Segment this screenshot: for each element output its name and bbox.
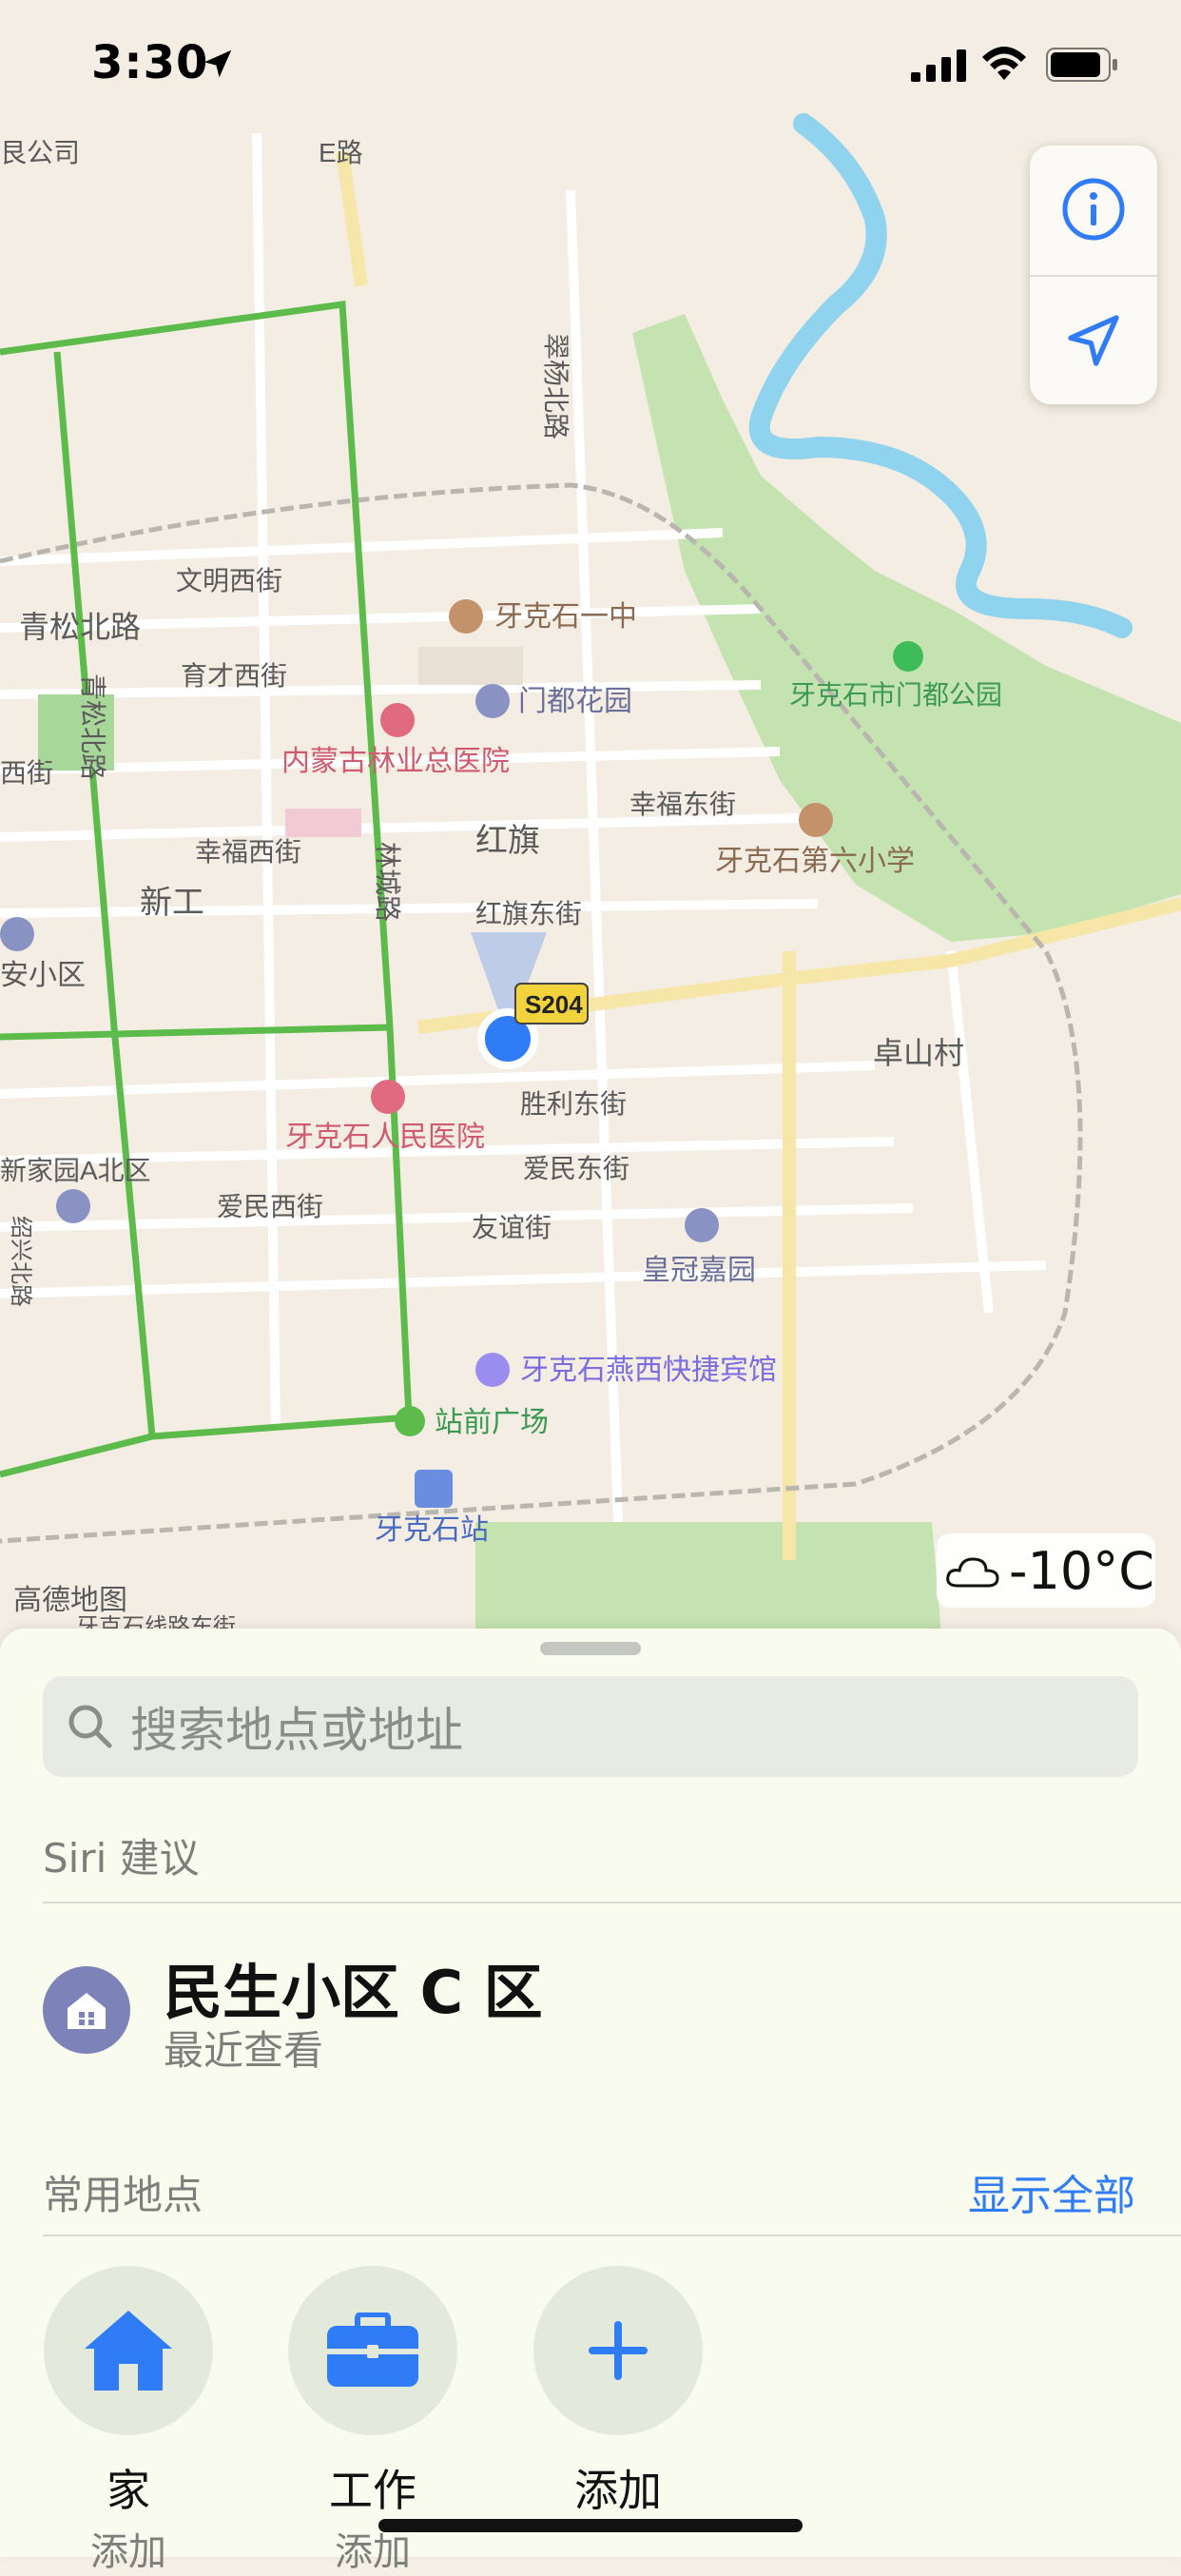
map-label: 文明西街 xyxy=(176,566,282,595)
map-label: 友谊街 xyxy=(472,1213,552,1242)
temperature: -10°C xyxy=(1009,1540,1154,1601)
siri-suggestions-label: Siri 建议 xyxy=(43,1835,200,1882)
wifi-icon xyxy=(982,47,1026,80)
favorites-label: 常用地点 xyxy=(43,2172,203,2218)
map-label: 安小区 xyxy=(0,960,86,991)
park-area-bottom xyxy=(475,1522,941,1636)
house-icon xyxy=(85,2311,172,2391)
map-label: 育才西街 xyxy=(181,661,287,691)
map-label: 门都花园 xyxy=(518,686,632,717)
battery-icon xyxy=(1046,48,1117,82)
briefcase-icon xyxy=(327,2313,418,2387)
divider xyxy=(43,2234,1181,2236)
bottom-sheet[interactable]: 搜索地点或地址 Siri 建议 民生小区 C 区 最近查看 常用地点 显示全部 … xyxy=(0,1629,1181,2574)
location-arrow-icon xyxy=(203,49,232,78)
status-bar: 3:30 xyxy=(0,0,1181,124)
search-icon xyxy=(68,1705,112,1748)
map-controls xyxy=(1030,146,1157,404)
favorite-sublabel: 添加 xyxy=(90,2530,166,2574)
favorite-home[interactable]: 家 添加 xyxy=(43,2266,214,2576)
map-label: 牙克石站 xyxy=(375,1514,489,1546)
map-label: 绍兴北路 xyxy=(8,1216,33,1307)
map-label: 林城路 xyxy=(373,842,402,922)
track-location-button[interactable] xyxy=(1030,277,1157,404)
search-bar[interactable]: 搜索地点或地址 xyxy=(43,1676,1138,1777)
divider xyxy=(43,1902,1181,1903)
map-label: 幸福西街 xyxy=(195,837,301,867)
favorite-label: 添加 xyxy=(574,2465,662,2516)
map-label: S204 xyxy=(525,990,583,1019)
map-label: 红旗 xyxy=(475,823,540,859)
map-label: 皇冠嘉园 xyxy=(642,1255,756,1286)
map-label: 牙克石一中 xyxy=(494,601,637,633)
home-indicator[interactable] xyxy=(378,2519,803,2532)
map-label: 卓山村 xyxy=(873,1036,964,1070)
map-label: 红旗东街 xyxy=(475,899,582,928)
search-input[interactable]: 搜索地点或地址 xyxy=(130,1692,463,1761)
cloud-icon xyxy=(946,1557,999,1588)
map-label: 站前广场 xyxy=(435,1407,549,1438)
weather-badge: -10°C xyxy=(937,1533,1155,1608)
map-label: 牙克石第六小学 xyxy=(715,846,915,877)
map-label: 新家园A北区 xyxy=(0,1156,151,1185)
map-label: 胜利东街 xyxy=(520,1089,627,1119)
info-button[interactable] xyxy=(1030,146,1157,273)
map-label: 内蒙古林业总医院 xyxy=(281,746,510,777)
favorite-label: 工作 xyxy=(329,2465,416,2516)
station-icon xyxy=(415,1470,453,1508)
cellular-signal-icon xyxy=(911,49,966,82)
map-label: E路 xyxy=(319,138,363,167)
map-label: 青松北路 xyxy=(78,673,107,780)
map-label: 牙克石市门都公园 xyxy=(789,680,1002,710)
map-label: 新工 xyxy=(140,885,204,921)
map-view[interactable]: 艮公司 E路 文明西街 青松北路 育才西街 牙克石一中 门都花园 牙克石市门都公… xyxy=(0,0,1181,1636)
status-time: 3:30 xyxy=(91,36,209,89)
map-label: 爱民西街 xyxy=(217,1192,323,1221)
location-arrow-icon xyxy=(1068,315,1119,366)
favorite-add[interactable]: 添加 xyxy=(532,2266,704,2519)
map-label: 翠杨北路 xyxy=(541,333,571,439)
info-icon xyxy=(1062,178,1125,241)
suggestion-title: 民生小区 C 区 xyxy=(164,1958,543,2027)
map-label: 幸福东街 xyxy=(629,790,736,819)
map-label: 爱民东街 xyxy=(523,1154,629,1183)
map-label: 青松北路 xyxy=(19,610,141,644)
home-community-icon xyxy=(43,1966,130,2054)
plus-icon xyxy=(589,2321,648,2380)
map-label: 艮公司 xyxy=(0,138,80,167)
favorite-label: 家 xyxy=(106,2465,150,2516)
suggestion-subtitle: 最近查看 xyxy=(164,2027,324,2074)
show-all-link[interactable]: 显示全部 xyxy=(968,2161,1135,2222)
map-label: 西街 xyxy=(0,758,53,788)
map-label: 高德地图 xyxy=(13,1585,127,1616)
map-label: 牙克石燕西快捷宾馆 xyxy=(520,1355,777,1386)
map-label: 牙克石人民医院 xyxy=(285,1122,485,1153)
sheet-grabber[interactable] xyxy=(540,1642,641,1655)
